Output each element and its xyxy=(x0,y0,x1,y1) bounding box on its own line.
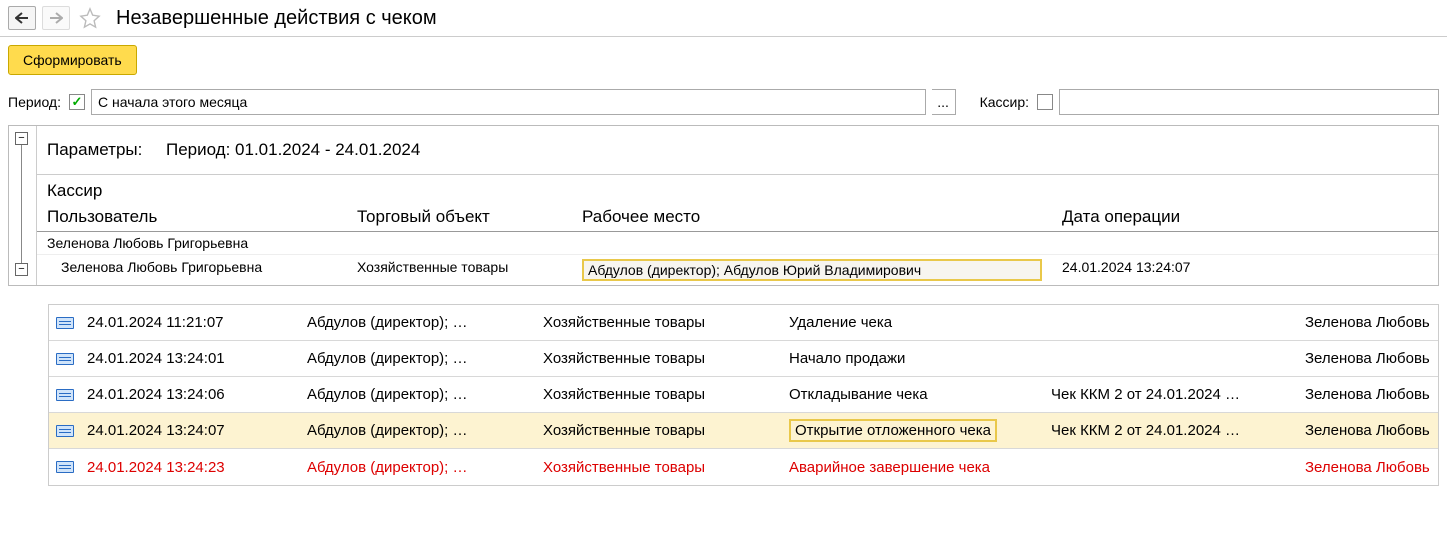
grid-header: Пользователь Торговый объект Рабочее мес… xyxy=(37,203,1438,232)
cell-date: 24.01.2024 13:24:07 xyxy=(1052,255,1438,285)
event-user: Зеленова Любовь xyxy=(1299,314,1438,331)
event-user: Зеленова Любовь xyxy=(1299,350,1438,367)
cashier-checkbox[interactable] xyxy=(1037,94,1053,110)
period-label: Период: xyxy=(8,94,61,110)
event-object: Хозяйственные товары xyxy=(537,386,783,403)
tree-toggle-1[interactable]: − xyxy=(15,132,28,145)
tree-column: − − xyxy=(9,126,37,285)
event-row[interactable]: 24.01.2024 13:24:23Абдулов (директор); …… xyxy=(49,449,1438,485)
event-action: Удаление чека xyxy=(783,314,1045,331)
event-workplace: Абдулов (директор); … xyxy=(301,350,537,367)
event-document: Чек ККМ 2 от 24.01.2024 … xyxy=(1045,386,1299,403)
report-area: − − Параметры: Период: 01.01.2024 - 24.0… xyxy=(8,125,1439,286)
period-picker-button[interactable]: ... xyxy=(932,89,956,115)
col-date-header: Дата операции xyxy=(1052,203,1438,231)
event-object: Хозяйственные товары xyxy=(537,422,783,439)
event-row[interactable]: 24.01.2024 11:21:07Абдулов (директор); …… xyxy=(49,305,1438,341)
event-timestamp: 24.01.2024 13:24:07 xyxy=(81,422,301,439)
event-object: Хозяйственные товары xyxy=(537,314,783,331)
tree-toggle-2[interactable]: − xyxy=(15,263,28,276)
event-timestamp: 24.01.2024 11:21:07 xyxy=(81,314,301,331)
event-action: Откладывание чека xyxy=(783,386,1045,403)
event-row[interactable]: 24.01.2024 13:24:07Абдулов (директор); …… xyxy=(49,413,1438,449)
event-workplace: Абдулов (директор); … xyxy=(301,314,537,331)
action-bar: Сформировать xyxy=(0,37,1447,83)
period-input[interactable]: С начала этого месяца xyxy=(91,89,926,115)
detail-row[interactable]: Зеленова Любовь Григорьевна Хозяйственны… xyxy=(37,255,1438,285)
filter-row: Период: С начала этого месяца ... Кассир… xyxy=(0,83,1447,121)
event-workplace: Абдулов (директор); … xyxy=(301,386,537,403)
doc-icon xyxy=(49,425,81,437)
page-title: Незавершенные действия с чеком xyxy=(116,7,437,30)
col-obj-header: Торговый объект xyxy=(347,203,572,231)
event-timestamp: 24.01.2024 13:24:23 xyxy=(81,459,301,476)
col-workplace-header: Рабочее место xyxy=(572,203,1052,231)
event-row[interactable]: 24.01.2024 13:24:01Абдулов (директор); …… xyxy=(49,341,1438,377)
col-user-header: Пользователь xyxy=(37,203,347,231)
event-document: Чек ККМ 2 от 24.01.2024 … xyxy=(1045,422,1299,439)
toolbar: Незавершенные действия с чеком xyxy=(0,0,1447,37)
doc-icon xyxy=(49,353,81,365)
event-user: Зеленова Любовь xyxy=(1299,459,1438,476)
event-row[interactable]: 24.01.2024 13:24:06Абдулов (директор); …… xyxy=(49,377,1438,413)
events-table: 24.01.2024 11:21:07Абдулов (директор); …… xyxy=(48,304,1439,486)
group-row[interactable]: Зеленова Любовь Григорьевна xyxy=(37,232,1438,255)
event-workplace: Абдулов (директор); … xyxy=(301,422,537,439)
forward-button[interactable] xyxy=(42,6,70,30)
doc-icon xyxy=(49,389,81,401)
event-action: Аварийное завершение чека xyxy=(783,459,1045,476)
back-button[interactable] xyxy=(8,6,36,30)
cell-workplace: Абдулов (директор); Абдулов Юрий Владими… xyxy=(572,255,1052,285)
period-checkbox[interactable] xyxy=(69,94,85,110)
event-timestamp: 24.01.2024 13:24:01 xyxy=(81,350,301,367)
event-user: Зеленова Любовь xyxy=(1299,386,1438,403)
event-workplace: Абдулов (директор); … xyxy=(301,459,537,476)
doc-icon xyxy=(49,317,81,329)
doc-icon xyxy=(49,461,81,473)
event-action: Открытие отложенного чека xyxy=(783,419,1045,442)
event-action: Начало продажи xyxy=(783,350,1045,367)
event-object: Хозяйственные товары xyxy=(537,350,783,367)
params-row: Параметры: Период: 01.01.2024 - 24.01.20… xyxy=(37,126,1438,175)
favorite-star-icon[interactable] xyxy=(76,4,104,32)
event-timestamp: 24.01.2024 13:24:06 xyxy=(81,386,301,403)
event-user: Зеленова Любовь xyxy=(1299,422,1438,439)
cashier-input[interactable] xyxy=(1059,89,1439,115)
cashier-header: Кассир xyxy=(37,175,1438,203)
cell-obj: Хозяйственные товары xyxy=(347,255,572,285)
cashier-label: Кассир: xyxy=(980,94,1029,110)
generate-button[interactable]: Сформировать xyxy=(8,45,137,75)
cell-user: Зеленова Любовь Григорьевна xyxy=(37,255,347,285)
event-object: Хозяйственные товары xyxy=(537,459,783,476)
